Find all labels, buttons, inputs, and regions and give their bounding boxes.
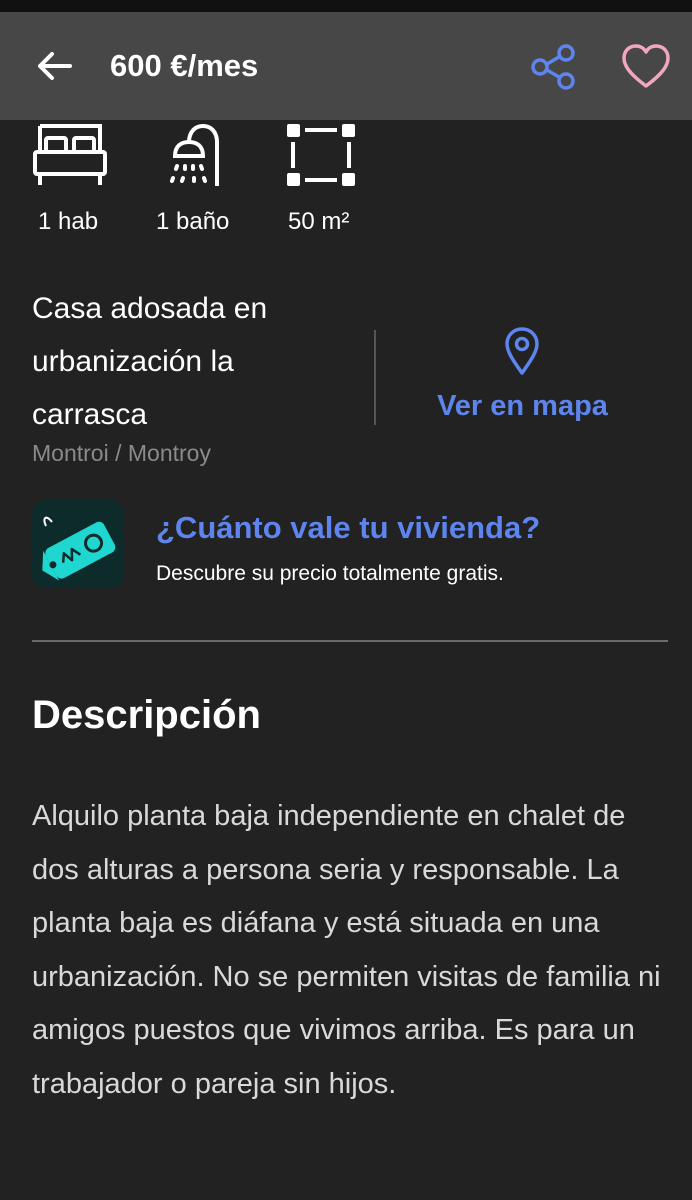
- feature-area: 50 m²: [285, 122, 361, 242]
- back-button[interactable]: [34, 50, 74, 82]
- heart-outline-icon: [622, 44, 670, 88]
- description-text: Alquilo planta baja independiente en cha…: [32, 800, 661, 1100]
- listing-address: Casa adosada en urbanización la carrasca: [32, 292, 268, 431]
- shower-icon: [170, 123, 219, 186]
- share-icon: [531, 44, 575, 90]
- feature-bathrooms: 1 baño: [155, 122, 239, 242]
- vertical-divider: [374, 330, 376, 425]
- valuation-title: ¿Cuánto vale tu vivienda?: [156, 510, 541, 545]
- feature-area-label: 50 m²: [288, 208, 350, 235]
- arrow-left-icon: [38, 52, 72, 80]
- price-tag-icon: [32, 500, 124, 588]
- feature-bedrooms-label: 1 hab: [38, 208, 99, 235]
- feature-bathrooms-label: 1 baño: [156, 208, 230, 235]
- bed-icon: [33, 124, 107, 185]
- favorite-button[interactable]: [620, 42, 672, 92]
- section-divider: [32, 640, 668, 642]
- view-map-label: Ver en mapa: [437, 390, 608, 422]
- area-icon: [287, 124, 355, 186]
- map-pin-icon: [505, 327, 539, 375]
- valuation-subtitle: Descubre su precio totalmente gratis.: [156, 562, 504, 585]
- status-bar: [0, 0, 692, 12]
- listing-location: Montroi / Montroy: [32, 440, 211, 466]
- share-button[interactable]: [528, 42, 578, 92]
- view-map-button[interactable]: Ver en mapa: [380, 320, 665, 430]
- app-bar: 600 €/mes: [0, 12, 692, 120]
- description-heading: Descripción: [32, 693, 261, 737]
- feature-bedrooms: 1 hab: [32, 122, 108, 242]
- valuation-banner[interactable]: ¿Cuánto vale tu vivienda? Descubre su pr…: [32, 500, 668, 592]
- page-title: 600 €/mes: [110, 48, 259, 83]
